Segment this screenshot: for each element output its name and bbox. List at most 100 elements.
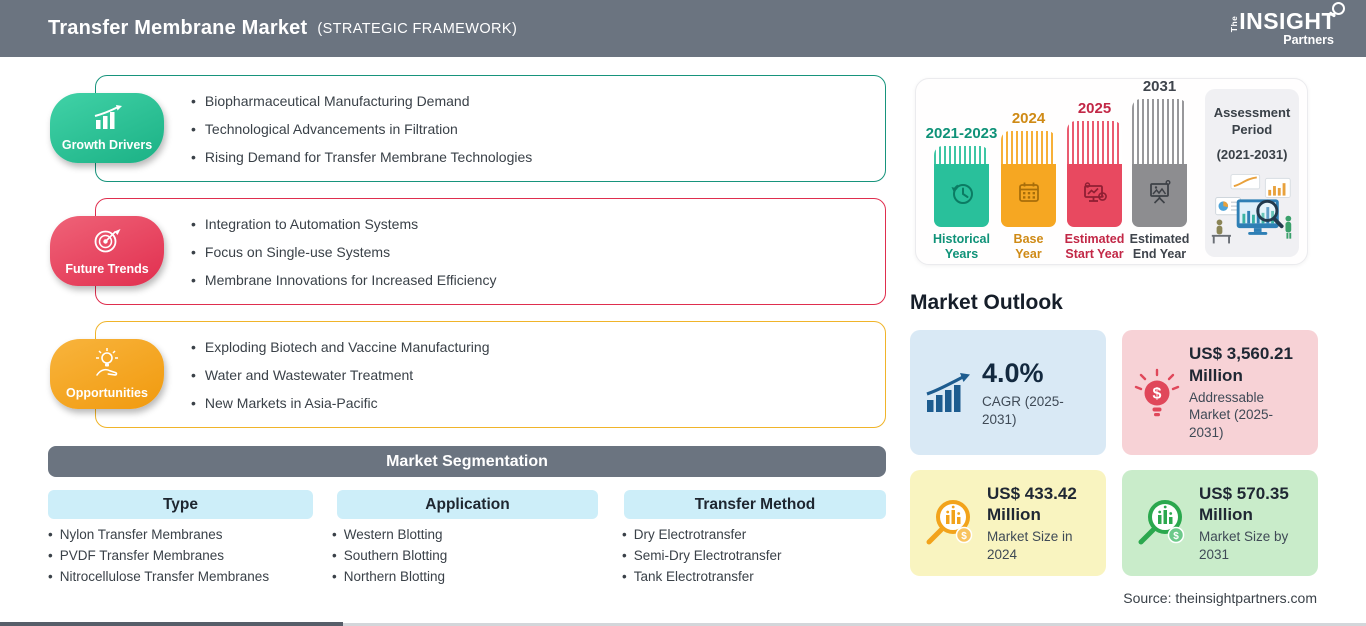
magnifier-bar-chart-icon: $ — [922, 496, 978, 550]
timeline-bar-estimated-start: 2025 Estimated Start Year — [1065, 100, 1125, 261]
assessment-period-label: Assessment Period — [1205, 104, 1299, 138]
magnifier-bar-chart-icon: $ — [1134, 496, 1190, 550]
market-size-2024-text-block: US$ 433.42 Million Market Size in 2024 — [987, 483, 1094, 564]
header-bar: Transfer Membrane Market (STRATEGIC FRAM… — [0, 0, 1366, 57]
list-item: Western Blotting — [332, 524, 447, 545]
cagr-value: 4.0% — [982, 357, 1044, 388]
assessment-line: Assessment — [1213, 105, 1291, 120]
list-item: Rising Demand for Transfer Membrane Tech… — [191, 149, 865, 165]
list-item: Tank Electrotransfer — [622, 566, 782, 587]
market-size-2024-value: US$ 433.42 Million — [987, 483, 1077, 524]
badge-label: Future Trends — [65, 262, 149, 276]
market-size-2031-label: Market Size by 2031 — [1199, 529, 1289, 562]
assessment-period-range: (2021-2031) — [1216, 147, 1288, 162]
growth-drivers-list: Biopharmaceutical Manufacturing Demand T… — [191, 93, 865, 165]
future-trends-box: Integration to Automation Systems Focus … — [95, 198, 886, 305]
addressable-market-label: Addressable Market (2025-2031) — [1189, 389, 1274, 441]
bullet-text: Rising Demand for Transfer Membrane Tech… — [204, 148, 533, 165]
bullet-text: Technological Advancements in Filtration — [204, 120, 458, 137]
caption-line: Years — [944, 247, 979, 261]
bar-stripes — [934, 146, 989, 164]
growth-chart-icon — [91, 104, 124, 136]
dollar-bulb-icon: $ — [1134, 368, 1180, 418]
infographic-page: Transfer Membrane Market (STRATEGIC FRAM… — [0, 0, 1366, 626]
presentation-screen-icon — [1145, 179, 1175, 212]
bar-year-label: 2021-2023 — [925, 125, 998, 142]
market-size-2024-label: Market Size in 2024 — [987, 529, 1073, 562]
item-text: Semi-Dry Electrotransfer — [633, 548, 782, 563]
analytics-illustration — [1208, 170, 1296, 253]
list-item: Northern Blotting — [332, 566, 447, 587]
growth-drivers-box: Biopharmaceutical Manufacturing Demand T… — [95, 75, 886, 182]
bullet-text: Exploding Biotech and Vaccine Manufactur… — [204, 338, 490, 355]
bar-stripes — [1132, 99, 1187, 164]
bar-body — [1132, 164, 1187, 227]
monitor-gear-icon — [1080, 179, 1110, 212]
item-text: Tank Electrotransfer — [633, 569, 754, 584]
application-items-list: Western Blotting Southern Blotting North… — [332, 524, 448, 587]
cagr-label: CAGR (2025-2031) — [982, 394, 1064, 427]
logo-the-text: The — [1228, 15, 1239, 32]
bullet-text: Focus on Single-use Systems — [204, 243, 391, 260]
logo-insight-text: INSIGHT — [1239, 8, 1336, 35]
assessment-period-panel: Assessment Period (2021-2031) — [1205, 89, 1299, 257]
logo-partners-text: Partners — [1283, 33, 1334, 48]
list-item: Exploding Biotech and Vaccine Manufactur… — [191, 339, 865, 355]
market-size-2031-value: US$ 570.35 Million — [1199, 483, 1289, 524]
bulb-hand-icon — [91, 348, 123, 384]
opportunities-box: Exploding Biotech and Vaccine Manufactur… — [95, 321, 886, 428]
bar-year-label: 2024 — [1011, 110, 1046, 127]
addressable-market-card: $ US$ 3,560.21 Million Addressable Marke… — [1122, 330, 1318, 455]
bullet-text: New Markets in Asia-Pacific — [204, 394, 378, 411]
svg-text:$: $ — [961, 531, 967, 542]
magnifier-lens-icon — [1332, 2, 1345, 16]
segment-column-header-transfer-method: Transfer Method — [624, 490, 886, 519]
calendar-icon — [1015, 179, 1043, 212]
list-item: Nitrocellulose Transfer Membranes — [48, 566, 269, 587]
item-text: PVDF Transfer Membranes — [59, 548, 225, 563]
bullet-text: Integration to Automation Systems — [204, 215, 419, 232]
addressable-market-text-block: US$ 3,560.21 Million Addressable Market … — [1189, 343, 1306, 441]
timeline-bar-historical: 2021-2023 Historical Years — [926, 125, 998, 261]
bullet-text: Water and Wastewater Treatment — [204, 366, 414, 383]
list-item: Dry Electrotransfer — [622, 524, 782, 545]
market-size-2031-card: $ US$ 570.35 Million Market Size by 2031 — [1122, 470, 1318, 576]
item-text: Nylon Transfer Membranes — [59, 527, 223, 542]
item-text: Western Blotting — [343, 527, 443, 542]
page-subtitle: (STRATEGIC FRAMEWORK) — [317, 20, 518, 37]
segment-column-header-application: Application — [337, 490, 598, 519]
list-item: Southern Blotting — [332, 545, 448, 566]
badge-label: Opportunities — [66, 386, 148, 400]
list-item: Membrane Innovations for Increased Effic… — [191, 272, 865, 288]
caption-line: End Year — [1132, 247, 1187, 261]
bar-year-label: 2025 — [1077, 100, 1112, 117]
market-size-2031-text-block: US$ 570.35 Million Market Size by 2031 — [1199, 483, 1306, 564]
bar-year-label: 2031 — [1142, 78, 1177, 95]
bar-stripes — [1001, 131, 1056, 164]
bar-body — [1001, 164, 1056, 227]
caption-line: Estimated — [1129, 232, 1190, 246]
cagr-text-block: 4.0% CAGR (2025-2031) — [982, 357, 1094, 429]
list-item: Water and Wastewater Treatment — [191, 367, 865, 383]
item-text: Southern Blotting — [343, 548, 448, 563]
bar-stripes — [1067, 121, 1122, 164]
caption-line: Year — [1015, 247, 1042, 261]
bar-caption: Historical Years — [924, 232, 1000, 262]
list-item: Semi-Dry Electrotransfer — [622, 545, 782, 566]
market-size-2024-card: $ US$ 433.42 Million Market Size in 2024 — [910, 470, 1106, 576]
segment-column-header-type: Type — [48, 490, 313, 519]
caption-line: Historical — [933, 232, 990, 246]
growth-arrow-chart-icon — [925, 372, 973, 414]
item-text: Nitrocellulose Transfer Membranes — [59, 569, 270, 584]
list-item: Nylon Transfer Membranes — [48, 524, 269, 545]
future-trends-list: Integration to Automation Systems Focus … — [191, 216, 865, 288]
list-item: Biopharmaceutical Manufacturing Demand — [191, 93, 865, 109]
assessment-timeline-card: 2021-2023 Historical Years 2024 Base Yea… — [915, 78, 1308, 265]
list-item: Integration to Automation Systems — [191, 216, 865, 232]
bullet-text: Membrane Innovations for Increased Effic… — [204, 271, 497, 288]
opportunities-list: Exploding Biotech and Vaccine Manufactur… — [191, 339, 865, 411]
transfer-method-items-list: Dry Electrotransfer Semi-Dry Electrotran… — [622, 524, 782, 587]
growth-drivers-badge: Growth Drivers — [50, 93, 164, 163]
badge-label: Growth Drivers — [61, 137, 153, 152]
opportunities-badge: Opportunities — [50, 339, 164, 409]
